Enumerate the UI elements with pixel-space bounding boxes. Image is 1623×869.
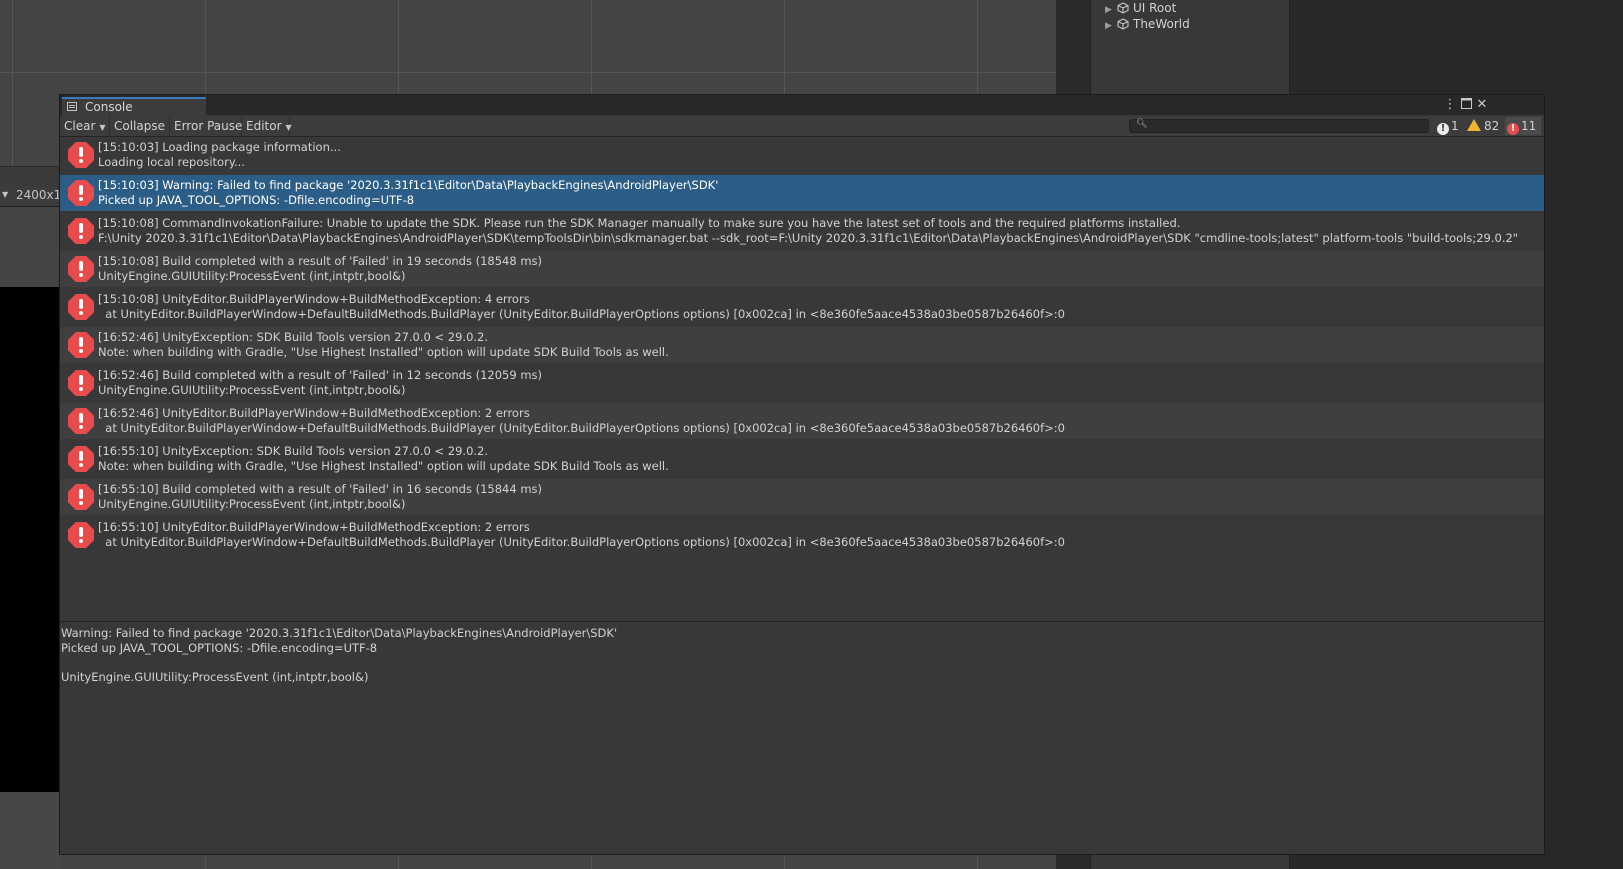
error-pause-toggle[interactable]: Error Pause <box>170 116 242 136</box>
log-message: [16:52:46] UnityException: SDK Build Too… <box>98 330 489 344</box>
log-entry[interactable]: [16:55:10] UnityException: SDK Build Too… <box>60 441 1544 477</box>
warning-count-toggle[interactable]: 82 <box>1465 117 1503 135</box>
error-icon <box>68 142 94 168</box>
clear-label: Clear <box>64 119 96 133</box>
error-icon <box>68 332 94 358</box>
gameobject-cube-icon <box>1117 2 1129 14</box>
editor-label: Editor <box>246 119 282 133</box>
detail-line: Warning: Failed to find package '2020.3.… <box>61 626 618 640</box>
log-list[interactable]: [15:10:03] Loading package information..… <box>60 137 1544 621</box>
log-detail: UnityEngine.GUIUtility:ProcessEvent (int… <box>98 383 406 397</box>
hierarchy-item-theworld[interactable]: ▶ TheWorld <box>1105 16 1190 32</box>
warning-icon <box>1467 119 1481 131</box>
collapse-toggle[interactable]: Collapse <box>110 116 170 136</box>
error-icon <box>68 370 94 396</box>
console-titlebar[interactable]: Console ⋮ ✕ <box>60 95 1544 115</box>
detail-line: Picked up JAVA_TOOL_OPTIONS: -Dfile.enco… <box>61 641 378 655</box>
error-icon <box>68 218 94 244</box>
expand-arrow-icon[interactable]: ▶ <box>1105 18 1117 34</box>
log-message: [15:10:08] UnityEditor.BuildPlayerWindow… <box>98 292 530 306</box>
log-entry[interactable]: [15:10:08] CommandInvokationFailure: Una… <box>60 213 1544 249</box>
warning-count: 82 <box>1484 119 1500 133</box>
clear-button[interactable]: Clear ▼ <box>60 116 110 136</box>
tab-label: Console <box>85 100 133 114</box>
game-view-margin <box>0 207 60 287</box>
console-window: Console ⋮ ✕ Clear ▼ Collapse Error Pause … <box>59 94 1545 855</box>
log-message: [15:10:03] Loading package information..… <box>98 140 341 154</box>
error-icon <box>68 522 94 548</box>
log-message: [16:55:10] UnityEditor.BuildPlayerWindow… <box>98 520 530 534</box>
log-message: [15:10:08] CommandInvokationFailure: Una… <box>98 216 1181 230</box>
tab-console[interactable]: Console <box>62 97 206 115</box>
log-detail-pane[interactable]: Warning: Failed to find package '2020.3.… <box>60 622 1544 852</box>
info-count-toggle[interactable]: ! 1 <box>1435 117 1461 135</box>
gameobject-cube-icon <box>1117 18 1129 30</box>
error-count: 11 <box>1521 119 1537 133</box>
log-entry[interactable]: [16:52:46] UnityEditor.BuildPlayerWindow… <box>60 403 1544 439</box>
log-message: [16:55:10] UnityException: SDK Build Too… <box>98 444 489 458</box>
chevron-down-icon[interactable]: ▼ <box>99 123 105 132</box>
log-message: [16:52:46] UnityEditor.BuildPlayerWindow… <box>98 406 530 420</box>
game-view[interactable] <box>0 287 60 792</box>
console-icon <box>67 102 77 111</box>
search-input[interactable]: 🔍︎ <box>1129 119 1429 133</box>
log-detail: Note: when building with Gradle, "Use Hi… <box>98 459 669 473</box>
log-entry[interactable]: [15:10:08] Build completed with a result… <box>60 251 1544 287</box>
error-icon <box>68 180 94 206</box>
resolution-dropdown[interactable]: 2400x1 <box>16 188 61 202</box>
game-view-toolbar: ▼ 2400x1 <box>0 186 61 207</box>
hierarchy-item-ui-root[interactable]: ▶ UI Root <box>1105 0 1176 16</box>
chevron-down-icon[interactable]: ▼ <box>2 190 8 199</box>
log-detail: UnityEngine.GUIUtility:ProcessEvent (int… <box>98 497 406 511</box>
hierarchy-item-label: TheWorld <box>1133 17 1190 31</box>
kebab-menu-icon[interactable]: ⋮ <box>1442 97 1458 113</box>
game-view-footer <box>0 792 60 869</box>
log-detail: at UnityEditor.BuildPlayerWindow+Default… <box>98 421 1065 435</box>
error-icon <box>68 294 94 320</box>
error-icon <box>68 446 94 472</box>
log-detail: Picked up JAVA_TOOL_OPTIONS: -Dfile.enco… <box>98 193 415 207</box>
log-detail: F:\Unity 2020.3.31f1c1\Editor\Data\Playb… <box>98 231 1519 245</box>
log-message: [16:55:10] Build completed with a result… <box>98 482 543 496</box>
scene-tab-strip <box>0 166 60 188</box>
maximize-icon[interactable] <box>1458 97 1474 113</box>
log-detail: at UnityEditor.BuildPlayerWindow+Default… <box>98 307 1065 321</box>
error-icon <box>68 408 94 434</box>
error-icon <box>68 484 94 510</box>
log-entry[interactable]: [16:52:46] Build completed with a result… <box>60 365 1544 401</box>
hierarchy-item-label: UI Root <box>1133 1 1177 15</box>
log-detail: UnityEngine.GUIUtility:ProcessEvent (int… <box>98 269 406 283</box>
log-detail: Note: when building with Gradle, "Use Hi… <box>98 345 669 359</box>
info-count: 1 <box>1451 119 1459 133</box>
log-message: [15:10:08] Build completed with a result… <box>98 254 543 268</box>
editor-dropdown[interactable]: Editor ▼ <box>242 116 292 136</box>
log-message: [15:10:03] Warning: Failed to find packa… <box>98 178 719 192</box>
detail-stacktrace-link[interactable]: UnityEngine.GUIUtility:ProcessEvent (int… <box>61 670 368 685</box>
error-icon: ! <box>1507 123 1519 135</box>
log-entry[interactable]: [15:10:08] UnityEditor.BuildPlayerWindow… <box>60 289 1544 325</box>
log-entry[interactable]: [16:52:46] UnityException: SDK Build Too… <box>60 327 1544 363</box>
log-detail: Loading local repository... <box>98 155 245 169</box>
log-entry[interactable]: [16:55:10] UnityEditor.BuildPlayerWindow… <box>60 517 1544 553</box>
log-detail: at UnityEditor.BuildPlayerWindow+Default… <box>98 535 1065 549</box>
log-entry-selected[interactable]: [15:10:03] Warning: Failed to find packa… <box>60 175 1544 211</box>
log-entry[interactable]: [15:10:03] Loading package information..… <box>60 137 1544 173</box>
error-count-toggle[interactable]: ! 11 <box>1505 117 1541 135</box>
info-icon: ! <box>1437 123 1449 135</box>
log-entry[interactable]: [16:55:10] Build completed with a result… <box>60 479 1544 515</box>
console-toolbar: Clear ▼ Collapse Error Pause Editor ▼ 🔍︎ !… <box>60 116 1544 137</box>
search-icon: 🔍︎ <box>1136 119 1148 129</box>
close-icon[interactable]: ✕ <box>1474 97 1490 113</box>
error-icon <box>68 256 94 282</box>
log-message: [16:52:46] Build completed with a result… <box>98 368 543 382</box>
chevron-down-icon: ▼ <box>285 123 292 132</box>
